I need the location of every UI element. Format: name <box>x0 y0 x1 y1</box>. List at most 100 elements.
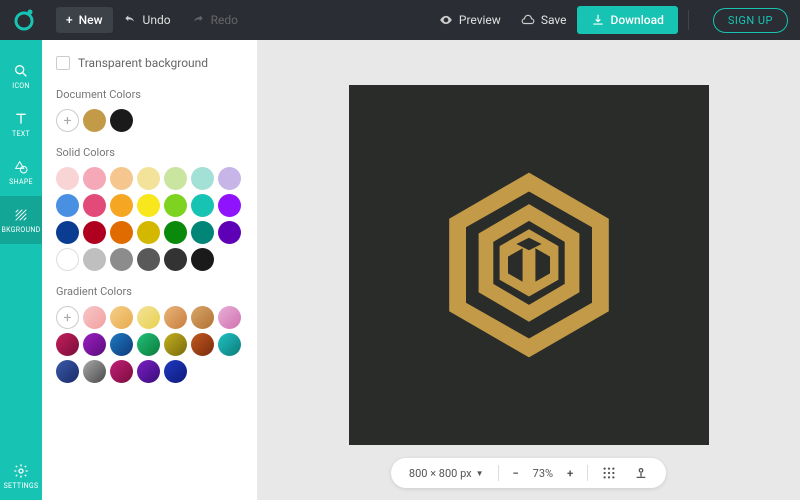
tool-text[interactable]: TEXT <box>0 100 42 148</box>
gradient-swatch[interactable] <box>56 360 79 383</box>
download-icon <box>591 13 605 27</box>
color-swatch[interactable] <box>137 221 160 244</box>
preview-button[interactable]: Preview <box>429 7 511 33</box>
gradient-swatch[interactable] <box>191 333 214 356</box>
dimensions-select[interactable]: 800 × 800 px ▼ <box>405 465 488 482</box>
color-swatch[interactable] <box>164 194 187 217</box>
download-label: Download <box>611 13 664 27</box>
tool-shape[interactable]: SHAPE <box>0 148 42 196</box>
gradient-swatch[interactable] <box>137 306 160 329</box>
zoom-out-button[interactable]: − <box>509 465 523 482</box>
gradient-swatch[interactable] <box>137 333 160 356</box>
save-button[interactable]: Save <box>511 7 577 33</box>
hexagon-cube-logo[interactable] <box>424 160 634 370</box>
add-color-button[interactable]: + <box>56 109 79 132</box>
zoom-in-button[interactable]: + <box>563 465 577 482</box>
gradient-colors-row: + <box>56 306 243 383</box>
gradient-swatch[interactable] <box>110 333 133 356</box>
redo-button[interactable]: Redo <box>181 7 248 33</box>
color-swatch[interactable] <box>83 248 106 271</box>
color-swatch[interactable] <box>110 248 133 271</box>
color-swatch[interactable] <box>137 167 160 190</box>
color-swatch[interactable] <box>83 109 106 132</box>
new-label: New <box>79 13 103 27</box>
color-swatch[interactable] <box>83 194 106 217</box>
color-swatch[interactable] <box>191 167 214 190</box>
redo-label: Redo <box>211 13 238 27</box>
color-swatch[interactable] <box>56 194 79 217</box>
gradient-swatch[interactable] <box>164 306 187 329</box>
undo-button[interactable]: Undo <box>113 7 181 33</box>
gradient-swatch[interactable] <box>218 306 241 329</box>
gradient-swatch[interactable] <box>110 306 133 329</box>
gradient-colors-title: Gradient Colors <box>56 285 243 298</box>
tool-bkground[interactable]: BKGROUND <box>0 196 42 244</box>
separator <box>498 465 499 481</box>
color-swatch[interactable] <box>110 221 133 244</box>
topbar: + New Undo Redo Preview Save Download SI… <box>0 0 800 40</box>
gradient-swatch[interactable] <box>191 306 214 329</box>
cloud-icon <box>521 13 535 27</box>
color-swatch[interactable] <box>218 194 241 217</box>
add-gradient-button[interactable]: + <box>56 306 79 329</box>
color-swatch[interactable] <box>137 194 160 217</box>
zoom-value: 73% <box>533 467 553 480</box>
gear-icon <box>13 463 29 479</box>
gradient-swatch[interactable] <box>218 333 241 356</box>
redo-icon <box>191 13 205 27</box>
color-swatch[interactable] <box>110 194 133 217</box>
grid-toggle-button[interactable] <box>598 464 620 482</box>
main: ICON TEXT SHAPE BKGROUND SETTINGS Transp… <box>0 40 800 500</box>
gradient-swatch[interactable] <box>56 333 79 356</box>
color-swatch[interactable] <box>218 221 241 244</box>
doc-colors-row: + <box>56 109 243 132</box>
app-logo[interactable] <box>12 8 36 32</box>
color-swatch[interactable] <box>83 221 106 244</box>
color-swatch[interactable] <box>218 167 241 190</box>
save-label: Save <box>541 13 567 27</box>
solid-colors-row <box>56 167 243 271</box>
color-swatch[interactable] <box>110 109 133 132</box>
solid-colors-title: Solid Colors <box>56 146 243 159</box>
color-swatch[interactable] <box>164 248 187 271</box>
tool-icon[interactable]: ICON <box>0 52 42 100</box>
doc-colors-title: Document Colors <box>56 88 243 101</box>
align-icon <box>634 466 648 480</box>
gradient-swatch[interactable] <box>83 333 106 356</box>
gradient-swatch[interactable] <box>110 360 133 383</box>
color-swatch[interactable] <box>191 248 214 271</box>
color-swatch[interactable] <box>137 248 160 271</box>
gradient-swatch[interactable] <box>83 360 106 383</box>
transparent-checkbox[interactable] <box>56 56 70 70</box>
canvas-area: 800 × 800 px ▼ − 73% + <box>257 40 800 500</box>
bkground-icon <box>13 207 29 223</box>
tool-settings[interactable]: SETTINGS <box>0 452 42 500</box>
color-swatch[interactable] <box>83 167 106 190</box>
preview-label: Preview <box>459 13 501 27</box>
gradient-swatch[interactable] <box>137 360 160 383</box>
tool-bkground-label: BKGROUND <box>1 226 40 234</box>
chevron-down-icon: ▼ <box>476 469 484 478</box>
gradient-swatch[interactable] <box>164 333 187 356</box>
new-button[interactable]: + New <box>56 7 113 33</box>
color-swatch[interactable] <box>164 221 187 244</box>
bottom-bar: 800 × 800 px ▼ − 73% + <box>391 458 666 488</box>
gradient-swatch[interactable] <box>83 306 106 329</box>
tool-shape-label: SHAPE <box>9 178 33 186</box>
color-swatch[interactable] <box>56 167 79 190</box>
canvas[interactable] <box>349 85 709 445</box>
text-icon <box>13 111 29 127</box>
align-button[interactable] <box>630 464 652 482</box>
gradient-swatch[interactable] <box>164 360 187 383</box>
signup-button[interactable]: SIGN UP <box>713 8 788 33</box>
dimensions-label: 800 × 800 px <box>409 467 472 480</box>
color-swatch[interactable] <box>191 221 214 244</box>
download-button[interactable]: Download <box>577 6 678 34</box>
color-swatch[interactable] <box>191 194 214 217</box>
color-swatch[interactable] <box>56 248 79 271</box>
transparent-row[interactable]: Transparent background <box>56 56 243 70</box>
color-swatch[interactable] <box>56 221 79 244</box>
color-swatch[interactable] <box>164 167 187 190</box>
separator <box>587 465 588 481</box>
color-swatch[interactable] <box>110 167 133 190</box>
